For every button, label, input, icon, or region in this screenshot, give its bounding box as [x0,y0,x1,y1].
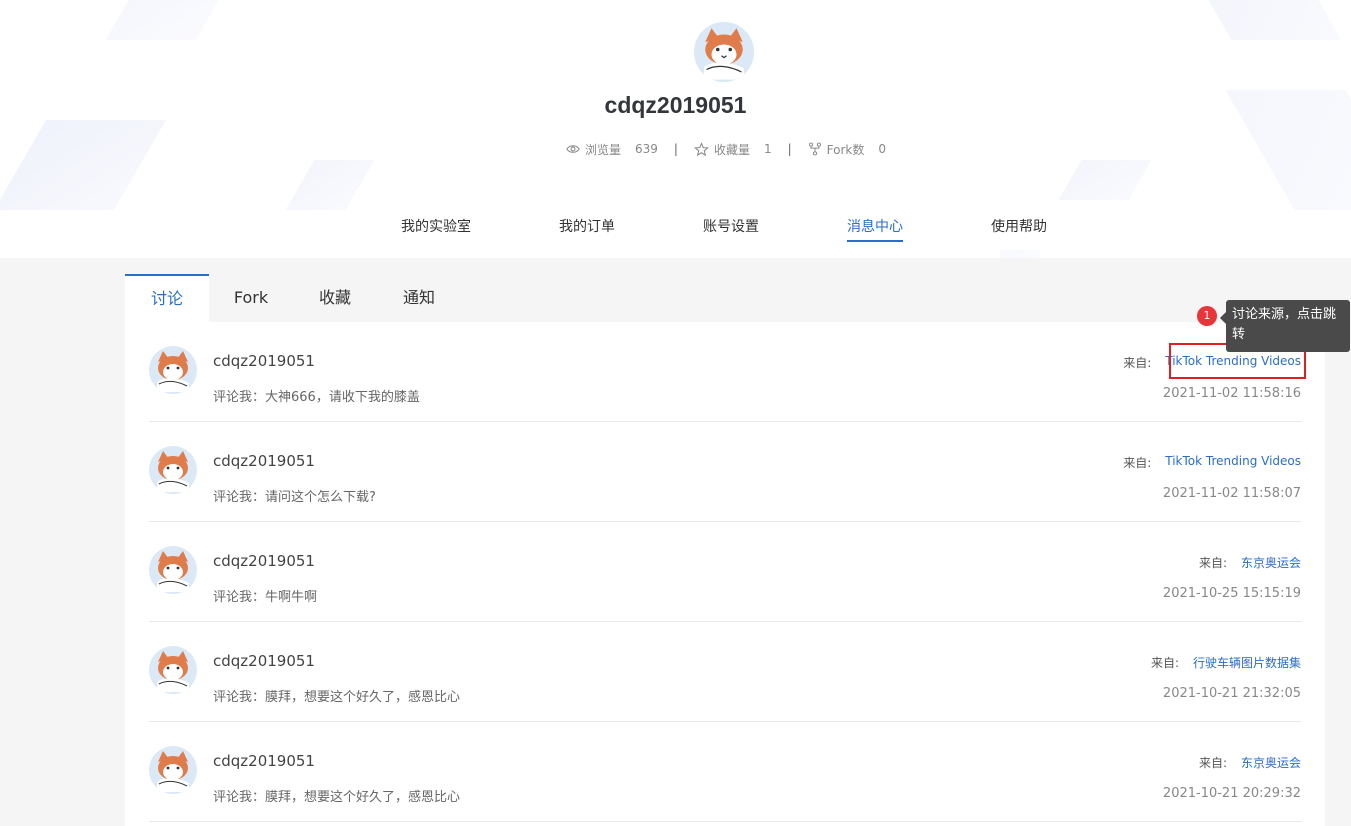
message-comment: 评论我：大神666，请收下我的膝盖 [213,390,420,405]
avatar[interactable] [149,546,197,594]
message-item: cdqz2019051 评论我：膜拜，想要这个好久了，感恩比心 来自: 东京奥运… [149,722,1301,822]
message-comment: 评论我：膜拜，想要这个好久了，感恩比心 [213,790,461,805]
star-icon [693,141,709,156]
stat-favorites: 收藏量 1 [693,141,772,158]
message-comment: 评论我：请问这个怎么下载? [213,490,376,505]
decor-shape [1208,0,1342,40]
cat-avatar-icon [157,551,189,592]
decor-shape [105,0,225,40]
nav-active-indicator [847,240,903,242]
source-link[interactable]: 行驶车辆图片数据集 [1193,654,1301,671]
message-item: cdqz2019051 评论我：牛啊牛啊 来自: 东京奥运会 2021-10-2… [149,522,1301,622]
eye-icon [566,145,580,153]
source-label: 来自: [1123,356,1152,370]
source-link[interactable]: 东京奥运会 [1241,554,1301,571]
profile-header: cdqz2019051 浏览量 639 | 收藏量 1 | Fork数 0 我的… [0,0,1351,258]
stat-value: 0 [878,142,887,156]
profile-avatar[interactable] [694,22,754,82]
message-comment: 评论我：膜拜，想要这个好久了，感恩比心 [213,690,461,705]
message-comment: 评论我：牛啊牛啊 [213,590,318,605]
stat-value: 639 [635,142,658,156]
profile-stats: 浏览量 639 | 收藏量 1 | Fork数 0 [566,140,886,158]
message-time: 2021-11-02 11:58:07 [1162,486,1301,501]
fork-icon [808,142,821,156]
profile-username: cdqz2019051 [604,92,747,118]
nav-label: 消息中心 [847,219,903,235]
stat-views: 浏览量 639 [566,141,658,158]
decor-shape [1058,160,1152,200]
message-author[interactable]: cdqz2019051 [213,552,315,570]
avatar[interactable] [149,346,197,394]
message-author[interactable]: cdqz2019051 [213,752,315,770]
message-time: 2021-10-25 15:15:19 [1162,586,1301,601]
cat-avatar-icon [157,651,189,692]
source-label: 来自: [1198,756,1227,770]
message-time: 2021-11-02 11:58:16 [1162,386,1301,401]
nav-help[interactable]: 使用帮助 [991,216,1047,242]
stat-separator: | [673,142,678,156]
nav-message-center[interactable]: 消息中心 [847,216,903,242]
cat-avatar-icon [157,751,189,792]
tab-notifications[interactable]: 通知 [377,274,461,322]
avatar[interactable] [149,446,197,494]
message-author[interactable]: cdqz2019051 [213,452,315,470]
message-item: cdqz2019051 评论我：膜拜，想要这个好久了，感恩比心 来自: 行驶车辆… [149,622,1301,722]
message-panel: 讨论 Fork 收藏 通知 cdqz2019051 评论我：大神666，请收下我… [125,274,1325,826]
message-time: 2021-10-21 21:32:05 [1162,686,1301,701]
message-source: 来自: TikTok Trending Videos [1123,454,1301,471]
cat-avatar-icon [157,351,189,392]
message-source: 来自: 东京奥运会 [1199,754,1301,771]
message-author[interactable]: cdqz2019051 [213,652,315,670]
nav-account-settings[interactable]: 账号设置 [703,216,759,242]
source-label: 来自: [1150,656,1179,670]
stat-label: 收藏量 [713,142,750,157]
source-link[interactable]: 东京奥运会 [1241,754,1301,771]
avatar[interactable] [149,746,197,794]
message-author[interactable]: cdqz2019051 [213,352,315,370]
tab-fork[interactable]: Fork [209,274,293,322]
annotation-tooltip: 讨论来源，点击跳转 [1220,300,1350,352]
decor-shape [0,120,166,210]
cat-avatar-icon [694,22,754,82]
message-item: cdqz2019051 评论我：请问这个怎么下载? 来自: TikTok Tre… [149,422,1301,522]
nav-my-lab[interactable]: 我的实验室 [401,216,471,242]
decor-shape [285,160,375,210]
source-label: 来自: [1123,456,1152,470]
message-source: 来自: 东京奥运会 [1199,554,1301,571]
stat-label: 浏览量 [585,142,622,157]
message-source: 来自: 行驶车辆图片数据集 [1151,654,1301,671]
stat-value: 1 [763,142,772,156]
tab-favorites[interactable]: 收藏 [293,274,377,322]
tab-discussion[interactable]: 讨论 [125,274,209,322]
annotation-badge: 1 [1197,306,1217,326]
cat-avatar-icon [157,451,189,492]
source-link[interactable]: TikTok Trending Videos [1165,454,1301,471]
stat-separator: | [787,142,792,156]
message-time: 2021-10-21 20:29:32 [1162,786,1301,801]
message-list: cdqz2019051 评论我：大神666，请收下我的膝盖 来自: TikTok… [125,322,1325,826]
message-item: cdqz2019051 评论我：大神666，请收下我的膝盖 来自: TikTok… [149,322,1301,422]
avatar[interactable] [149,646,197,694]
stat-label: Fork数 [826,142,865,157]
stat-forks: Fork数 0 [808,141,886,158]
message-tabs: 讨论 Fork 收藏 通知 [125,274,1325,322]
nav-my-orders[interactable]: 我的订单 [559,216,615,242]
source-label: 来自: [1198,556,1227,570]
decor-shape [1000,250,1040,258]
